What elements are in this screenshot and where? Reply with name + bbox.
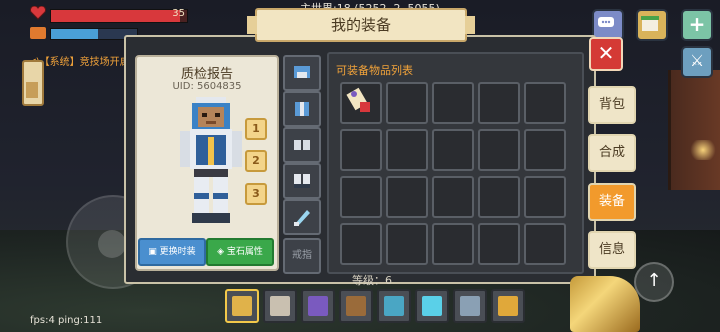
item-slot[interactable] (478, 223, 520, 265)
heart-icon (30, 6, 46, 20)
quest-tab-icon (26, 82, 38, 98)
item-slot[interactable] (340, 129, 382, 171)
hotbar-slot[interactable] (453, 289, 487, 323)
item-slot[interactable] (386, 223, 428, 265)
bucket-icon (498, 296, 518, 316)
map-icon (270, 296, 290, 316)
gem-icon: ◈ (217, 247, 227, 257)
block-icon (346, 296, 366, 316)
background-building (668, 70, 720, 190)
hotbar-slot[interactable] (491, 289, 525, 323)
loadout-1-button[interactable]: 1 (245, 118, 267, 140)
shop-button[interactable] (636, 9, 668, 41)
tab-info[interactable]: 信息 (588, 231, 636, 269)
plus-icon: + (688, 12, 706, 36)
wrench-icon (232, 296, 252, 316)
close-button[interactable]: ✕ (589, 37, 623, 71)
background-lights (688, 140, 718, 160)
hp-bar: 35 (50, 8, 188, 23)
chat-icon (598, 17, 614, 27)
loadout-3-button[interactable]: 3 (245, 183, 267, 205)
armor-slot[interactable] (283, 91, 321, 127)
joystick-knob[interactable] (98, 230, 126, 258)
item-slot[interactable] (432, 223, 474, 265)
item-slot[interactable] (386, 129, 428, 171)
panel-title: 我的装备 (330, 16, 391, 34)
weapon-icon (294, 210, 310, 226)
helmet-slot[interactable] (283, 55, 321, 91)
item-slot[interactable] (340, 82, 382, 124)
item-slot[interactable] (432, 176, 474, 218)
helmet-icon (294, 66, 310, 78)
player-level: 等级：6 (352, 274, 392, 287)
book-icon (308, 296, 328, 316)
user-id: UID: 5604835 (172, 81, 242, 92)
item-slot[interactable] (340, 223, 382, 265)
loadout-2-button[interactable]: 2 (245, 150, 267, 172)
item-slot[interactable] (524, 129, 566, 171)
arrow-up-icon: ↑ (646, 270, 662, 291)
hotbar-slot[interactable] (415, 289, 449, 323)
boots-slot[interactable] (283, 163, 321, 199)
sword-icon: ⚔ (689, 51, 705, 70)
item-slot[interactable] (524, 176, 566, 218)
items-list-title: 可装备物品列表 (336, 64, 413, 77)
item-slot[interactable] (524, 223, 566, 265)
item-slot[interactable] (478, 82, 520, 124)
hunger-fill (51, 29, 99, 39)
gloves-slot[interactable] (283, 127, 321, 163)
fps-ping-readout: fps:4 ping:111 (30, 315, 103, 326)
item-slot[interactable] (386, 82, 428, 124)
gem-attribute-button[interactable]: ◈ 宝石属性 (206, 238, 274, 266)
item-slot[interactable] (478, 176, 520, 218)
weapon-slot[interactable] (283, 199, 321, 235)
hunger-icon (30, 27, 46, 39)
hotbar-slot[interactable] (263, 289, 297, 323)
change-fashion-button[interactable]: ▣ 更换时装 (138, 238, 206, 266)
armor-icon (295, 102, 309, 116)
hotbar-slot[interactable] (339, 289, 373, 323)
jump-button[interactable]: ↑ (634, 262, 674, 302)
item-slot[interactable] (478, 129, 520, 171)
panel-title-ribbon: 我的装备 (247, 8, 475, 42)
boots-icon (294, 174, 310, 188)
hotbar-slot[interactable] (301, 289, 335, 323)
battle-button[interactable]: ⚔ (681, 46, 713, 78)
hotbar-slot[interactable] (377, 289, 411, 323)
close-icon: ✕ (597, 41, 615, 65)
scroll-item-icon (346, 87, 370, 112)
tab-crafting[interactable]: 合成 (588, 134, 636, 172)
change-fashion-label: 更换时装 (159, 247, 196, 257)
drill-icon (460, 296, 480, 316)
gem-attribute-label: 宝石属性 (226, 247, 263, 257)
tab-backpack[interactable]: 背包 (588, 86, 636, 124)
report-title: 质检报告 (180, 67, 233, 82)
item-slot[interactable] (432, 129, 474, 171)
shop-icon (641, 16, 659, 31)
ring-slot[interactable]: 戒指 (283, 238, 321, 274)
item-slot[interactable] (524, 82, 566, 124)
held-weapon (570, 276, 640, 332)
character-avatar (180, 97, 242, 223)
diamond-block-icon (422, 296, 442, 316)
hp-fill (51, 10, 181, 22)
hotbar-slot[interactable] (225, 289, 259, 323)
shirt-icon: ▣ (148, 247, 160, 257)
item-slot[interactable] (340, 176, 382, 218)
gloves-icon (294, 140, 310, 150)
item-slot[interactable] (386, 176, 428, 218)
pickaxe-icon (384, 296, 404, 316)
plus-button[interactable]: + (681, 9, 713, 41)
tab-equipment[interactable]: 装备 (588, 183, 636, 221)
item-slot[interactable] (432, 82, 474, 124)
hp-value: 35 (172, 8, 185, 19)
